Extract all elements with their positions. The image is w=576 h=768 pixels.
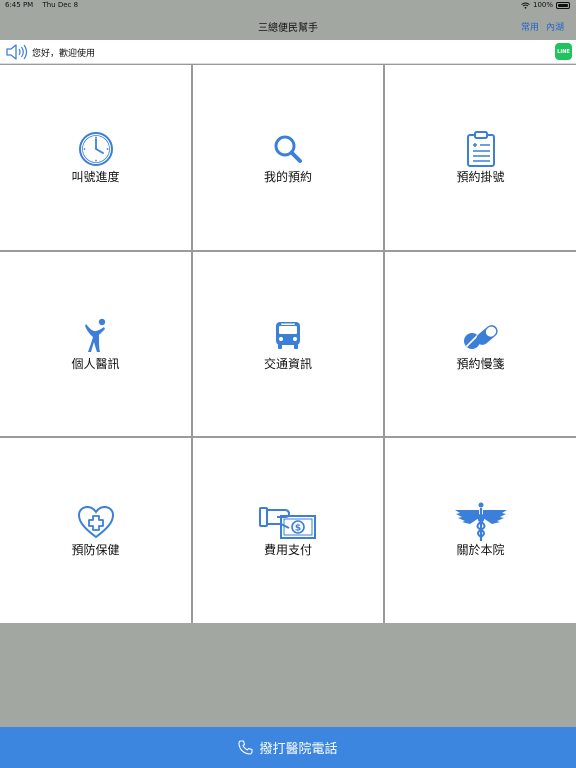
- phone-icon: [238, 740, 254, 755]
- menu-item-fee-payment[interactable]: $ 費用支付: [193, 438, 383, 623]
- status-date: Thu Dec 8: [42, 1, 79, 9]
- nav-link-common[interactable]: 常用: [521, 20, 539, 33]
- menu-item-personal-medical-info[interactable]: 個人醫訊: [0, 252, 191, 436]
- menu-item-chronic-prescription[interactable]: 預約慢箋: [385, 252, 576, 436]
- status-bar: 6:45 PM Thu Dec 8 100%: [0, 0, 576, 12]
- line-icon[interactable]: LINE: [555, 43, 572, 60]
- clock-icon: [76, 129, 116, 169]
- caduceus-icon: [453, 502, 509, 542]
- menu-item-label: 個人醫訊: [71, 357, 120, 371]
- menu-item-label: 預約慢箋: [456, 357, 505, 371]
- menu-grid: 叫號進度 我的預約 預約掛號 個人醫訊 交通資訊 預約慢箋 預防保健 $ 費用支…: [0, 64, 576, 623]
- menu-item-label: 預防保健: [71, 543, 120, 557]
- status-right: 100%: [521, 1, 570, 9]
- menu-item-label: 我的預約: [263, 170, 312, 184]
- battery-percent: 100%: [532, 1, 553, 9]
- status-time: 6:45 PM: [5, 1, 34, 9]
- heart-cross-icon: [76, 502, 116, 542]
- menu-item-label: 關於本院: [456, 543, 505, 557]
- menu-item-call-progress[interactable]: 叫號進度: [0, 65, 191, 250]
- menu-item-label: 預約掛號: [456, 170, 505, 184]
- menu-item-book-registration[interactable]: 預約掛號: [385, 65, 576, 250]
- menu-item-label: 費用支付: [263, 543, 312, 557]
- greeting-bar: 您好，歡迎使用 LINE: [0, 40, 576, 64]
- menu-item-about-hospital[interactable]: 關於本院: [385, 438, 576, 623]
- magnifier-icon: [268, 129, 308, 169]
- menu-item-transportation[interactable]: 交通資訊: [193, 252, 383, 436]
- svg-text:$: $: [295, 524, 301, 534]
- nav-link-neihu[interactable]: 內湖: [546, 20, 564, 33]
- speaker-icon[interactable]: [5, 43, 29, 61]
- call-hospital-label: 撥打醫院電話: [259, 742, 338, 757]
- page-title: 三總便民幫手: [258, 23, 318, 34]
- bus-icon: [268, 316, 308, 356]
- menu-item-preventive-health[interactable]: 預防保健: [0, 438, 191, 623]
- battery-fill: [558, 3, 568, 7]
- call-hospital-button[interactable]: 撥打醫院電話: [0, 727, 576, 768]
- greeting-text: 您好，歡迎使用: [32, 49, 96, 59]
- wifi-icon: [521, 2, 530, 9]
- line-label: LINE: [557, 48, 570, 55]
- money-hand-icon: $: [258, 502, 318, 542]
- menu-item-my-appointment[interactable]: 我的預約: [193, 65, 383, 250]
- menu-item-label: 交通資訊: [263, 357, 312, 371]
- clipboard-icon: [461, 129, 501, 169]
- menu-item-label: 叫號進度: [71, 170, 120, 184]
- person-icon: [76, 316, 116, 356]
- nav-right-items: 常用 內湖: [521, 20, 564, 33]
- nav-bar: 三總便民幫手 常用 內湖: [0, 12, 576, 40]
- battery-icon: [556, 1, 570, 9]
- pill-capsule-icon: [461, 316, 501, 356]
- status-left: 6:45 PM Thu Dec 8: [5, 1, 85, 9]
